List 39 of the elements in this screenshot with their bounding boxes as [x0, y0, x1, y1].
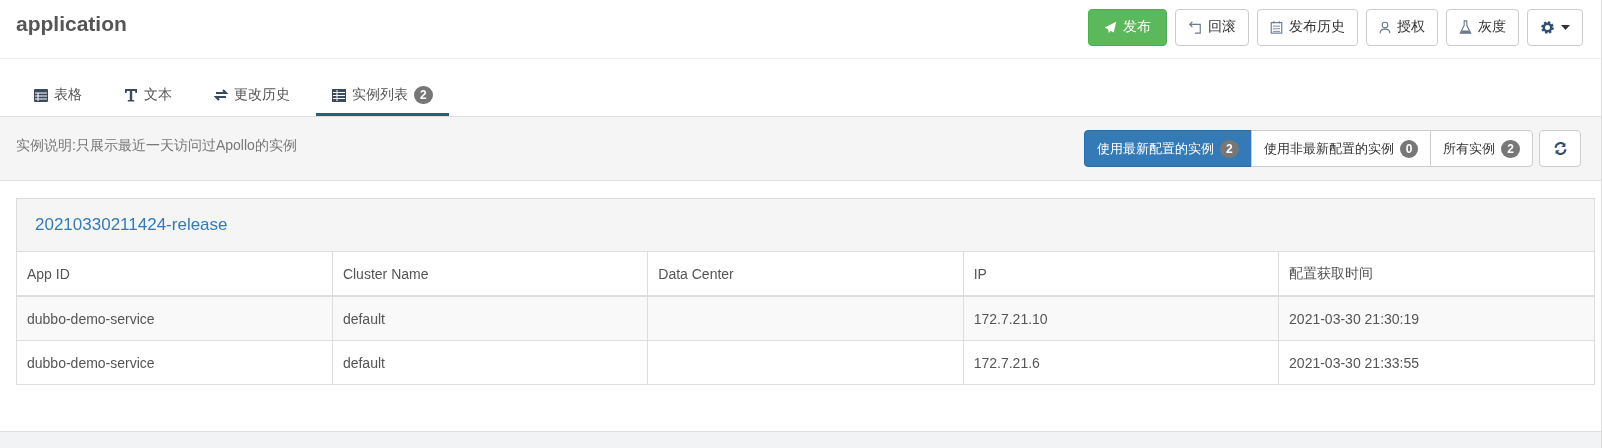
instance-note: 实例说明:只展示最近一天访问过Apollo的实例 — [16, 136, 297, 155]
swap-arrows-icon — [214, 89, 228, 101]
table-cell: dubbo-demo-service — [27, 310, 155, 327]
table-cell: default — [342, 354, 385, 371]
table-icon — [34, 88, 48, 102]
settings-icon — [1540, 19, 1555, 35]
tab[interactable]: 更改历史 — [198, 77, 306, 116]
paper-plane-icon — [1104, 20, 1117, 34]
count-badge: 2 — [414, 86, 433, 104]
count-badge: 2 — [1219, 139, 1239, 158]
filter-button[interactable]: 使用非最新配置的实例 0 — [1250, 130, 1432, 167]
table-cell: dubbo-demo-service — [27, 354, 155, 371]
list-icon — [332, 88, 346, 102]
release-name-link[interactable]: 20210330211424-release — [35, 215, 228, 235]
table-cell: 2021-03-30 21:30:19 — [1289, 310, 1420, 327]
filter-button[interactable]: 使用最新配置的实例 2 — [1083, 130, 1252, 167]
return-arrow-icon — [1188, 20, 1202, 34]
flask-icon — [1459, 20, 1472, 34]
table-cell: 172.7.21.10 — [973, 310, 1048, 327]
count-badge: 0 — [1399, 139, 1419, 158]
refresh-button[interactable] — [1539, 130, 1581, 167]
page-title: application — [16, 12, 127, 36]
calendar-icon — [1270, 20, 1283, 34]
toolbar-button[interactable]: 回滚 — [1175, 8, 1249, 46]
toolbar-button[interactable]: 授权 — [1366, 8, 1438, 46]
toolbar-button[interactable]: 发布历史 — [1257, 8, 1358, 46]
table-cell: 2021-03-30 21:33:55 — [1289, 354, 1420, 371]
table-cell: default — [342, 310, 385, 327]
settings-dropdown-button[interactable] — [1527, 8, 1583, 46]
tab[interactable]: 表格 — [18, 77, 98, 116]
text-icon — [124, 88, 138, 102]
tab[interactable]: 文本 — [108, 77, 188, 116]
caret-icon — [1561, 24, 1570, 30]
user-icon — [1379, 20, 1391, 34]
filter-button[interactable]: 所有实例 2 — [1430, 130, 1533, 167]
count-badge: 2 — [1501, 139, 1520, 158]
toolbar-button[interactable]: 灰度 — [1446, 8, 1519, 46]
table-cell: 172.7.21.6 — [973, 354, 1040, 371]
refresh-icon — [1553, 142, 1567, 155]
